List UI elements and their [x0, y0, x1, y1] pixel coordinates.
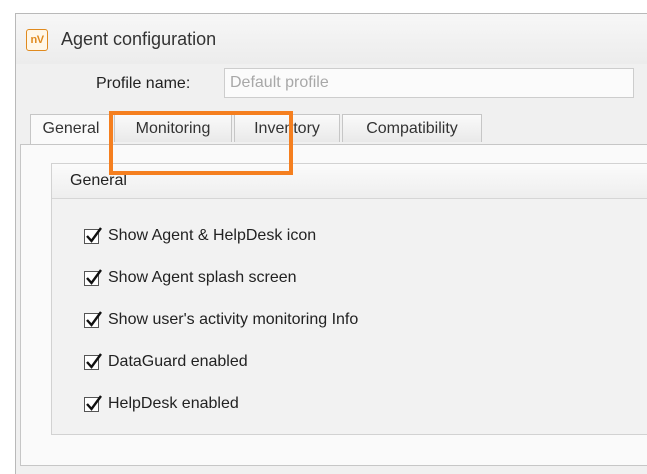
tab-general[interactable]: General [30, 114, 112, 145]
option-label: Show user's activity monitoring Info [108, 311, 359, 328]
checkbox-checked-icon[interactable] [84, 352, 102, 370]
option-label: DataGuard enabled [108, 353, 248, 370]
checkbox-checked-icon[interactable] [84, 226, 102, 244]
option-label: HelpDesk enabled [108, 395, 239, 412]
option-label: Show Agent splash screen [108, 269, 297, 286]
checkbox-checked-icon[interactable] [84, 310, 102, 328]
option-label: Show Agent & HelpDesk icon [108, 227, 317, 244]
tab-compatibility[interactable]: Compatibility [342, 114, 482, 142]
option-show-user-activity-monitoring-info[interactable]: Show user's activity monitoring Info [84, 309, 358, 331]
profile-name-label: Profile name: [96, 75, 191, 92]
highlight-box [109, 111, 293, 175]
profile-name-input[interactable] [224, 68, 634, 98]
app-logo-icon: nV [26, 29, 48, 51]
option-helpdesk-enabled[interactable]: HelpDesk enabled [84, 393, 239, 415]
option-show-agent-splash-screen[interactable]: Show Agent splash screen [84, 267, 297, 289]
option-dataguard-enabled[interactable]: DataGuard enabled [84, 351, 248, 373]
option-show-agent-helpdesk-icon[interactable]: Show Agent & HelpDesk icon [84, 225, 316, 247]
title-bar: nV Agent configuration [16, 14, 647, 64]
checkbox-checked-icon[interactable] [84, 268, 102, 286]
general-tab-panel: General Show Agent & HelpDesk icon Show … [20, 144, 647, 466]
window-title: Agent configuration [61, 29, 217, 49]
checkbox-checked-icon[interactable] [84, 394, 102, 412]
general-group: General Show Agent & HelpDesk icon Show … [51, 163, 647, 435]
